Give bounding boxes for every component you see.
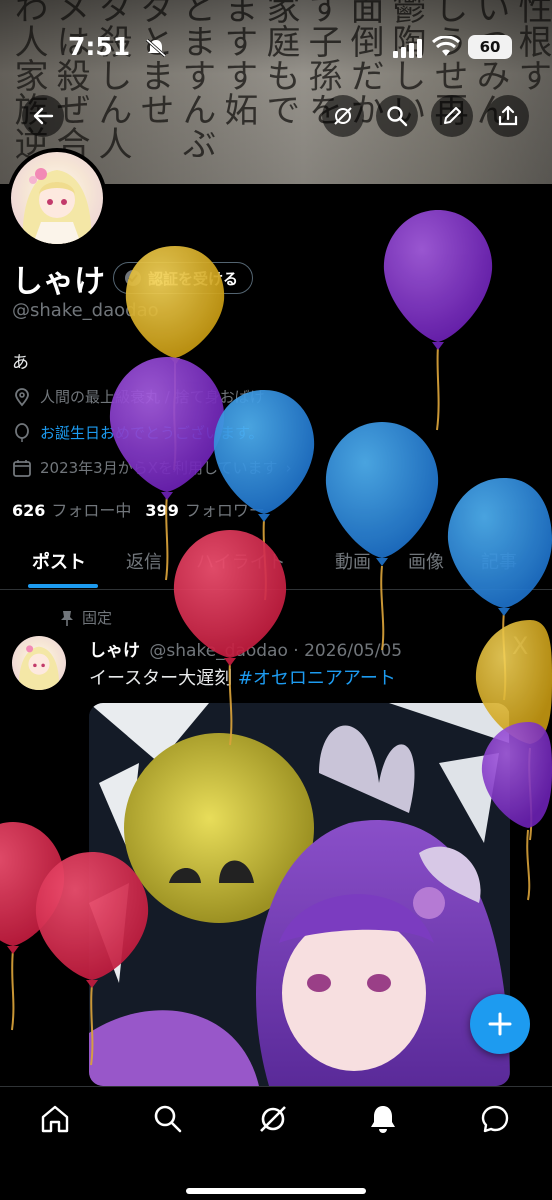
tab-articles[interactable]: 記事 (481, 548, 517, 574)
post-image[interactable] (89, 703, 510, 1086)
battery-indicator: 60 (468, 35, 512, 59)
tab-videos[interactable]: 動画 (335, 548, 371, 574)
get-verified-button[interactable]: 認証を受ける (113, 262, 254, 294)
mute-bell-icon (146, 38, 166, 58)
followers-link[interactable]: 399 フォロワー (145, 497, 264, 521)
post-text: イースター大遅刻 #オセロニアアート (89, 664, 396, 690)
post-author-avatar[interactable] (12, 636, 66, 690)
profile-bio: あ (12, 353, 29, 373)
status-time: 7:51 (68, 32, 131, 61)
back-arrow-icon (33, 107, 54, 125)
grok-nav-icon[interactable] (257, 1103, 289, 1135)
tab-posts[interactable]: ポスト (32, 548, 86, 574)
avatar-illustration (22, 168, 92, 244)
notifications-icon[interactable] (367, 1103, 399, 1135)
back-button[interactable] (22, 95, 64, 137)
following-count: 626 (12, 501, 46, 520)
followers-label: フォロワー (184, 501, 265, 520)
joined-text: 2023年3月からXを利用しています (40, 459, 278, 477)
pinned-label: 固定 (82, 609, 113, 627)
messages-icon[interactable] (479, 1103, 511, 1135)
signal-icon (393, 39, 422, 58)
profile-avatar[interactable] (7, 148, 107, 248)
explore-icon[interactable] (152, 1103, 184, 1135)
calendar-icon (13, 459, 31, 477)
plus-icon (488, 1012, 512, 1036)
edit-button[interactable] (431, 95, 473, 137)
tab-highlights[interactable]: ハイライト (196, 548, 286, 574)
home-indicator (186, 1188, 366, 1194)
balloon-icon (15, 422, 29, 442)
following-label: フォロー中 (51, 501, 132, 520)
verified-badge-icon (125, 270, 141, 286)
post-body: イースター大遅刻 (89, 668, 238, 689)
status-bar: 7:51 60 (0, 30, 552, 64)
post-hashtag[interactable]: #オセロニアアート (238, 668, 396, 689)
compose-button[interactable] (470, 994, 530, 1054)
post-date: 2026/05/05 (304, 641, 403, 661)
chevron-right-icon: › (285, 458, 292, 477)
profile-joined: 2023年3月からXを利用しています › (12, 457, 292, 478)
wifi-icon (432, 36, 460, 56)
post-author-handle[interactable]: @shake_daodao (149, 641, 287, 661)
pen-icon (444, 107, 461, 124)
post-author-name[interactable]: しゃけ (89, 641, 140, 661)
tab-images[interactable]: 画像 (408, 548, 444, 574)
followers-count: 399 (145, 501, 179, 520)
profile-birthday[interactable]: お誕生日おめでとうございます。 (12, 422, 264, 443)
home-icon[interactable] (39, 1103, 71, 1135)
post-separator: · (293, 641, 299, 661)
location-text: 人間の最上級衰丸 / 捨て身おばけ (40, 388, 265, 406)
birthday-text[interactable]: お誕生日おめでとうございます。 (40, 422, 264, 443)
follow-stats: 626 フォロー中 399 フォロワー (12, 497, 265, 521)
share-button[interactable] (487, 95, 529, 137)
profile-tabs: ポスト 返信 ハイライト 動画 画像 記事 (0, 538, 552, 590)
avatar-illustration (18, 645, 60, 690)
grok-icon (334, 107, 352, 125)
profile-name: しゃけ (12, 264, 105, 300)
profile-location: 人間の最上級衰丸 / 捨て身おばけ (12, 386, 265, 407)
share-icon (498, 105, 518, 126)
search-icon (387, 106, 408, 127)
pin-icon (61, 610, 73, 626)
profile-handle: @shake_daodao (12, 300, 159, 321)
tab-replies[interactable]: 返信 (126, 548, 162, 574)
post-header: しゃけ @shake_daodao · 2026/05/05 (89, 636, 402, 661)
get-verified-label: 認証を受ける (148, 269, 239, 288)
search-button[interactable] (376, 95, 418, 137)
following-link[interactable]: 626 フォロー中 (12, 497, 131, 521)
easter-illustration (89, 703, 510, 1086)
bottom-navigation (0, 1086, 552, 1200)
grok-button[interactable] (322, 95, 364, 137)
location-icon (15, 387, 29, 406)
pinned-indicator: 固定 (60, 607, 112, 628)
active-tab-indicator (28, 584, 98, 588)
grok-x-icon[interactable]: X (512, 632, 528, 660)
